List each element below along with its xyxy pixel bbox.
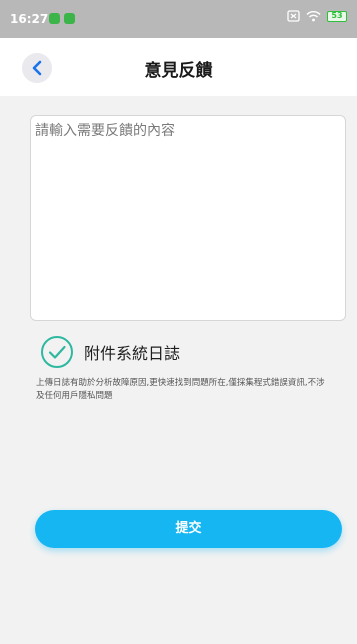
wifi-icon — [306, 11, 321, 22]
status-time: 16:27 — [10, 12, 49, 26]
nav-bar: 意見反饋 — [0, 38, 357, 96]
feedback-placeholder: 請輸入需要反饋的內容 — [35, 123, 175, 139]
notification-app-icon-2 — [64, 13, 75, 24]
check-circle-icon — [41, 336, 73, 368]
battery-icon: 53 — [327, 10, 347, 22]
attach-log-label: 附件系統日誌 — [84, 344, 181, 363]
submit-button[interactable]: 提交 — [35, 510, 342, 548]
status-bar: 16:27 53 — [0, 0, 357, 38]
page-title: 意見反饋 — [144, 61, 213, 81]
attach-log-checkbox[interactable]: 附件系統日誌 — [40, 335, 180, 369]
notification-app-icon — [49, 13, 60, 24]
status-icons: 53 — [287, 10, 347, 22]
feedback-textarea[interactable]: 請輸入需要反饋的內容 — [30, 115, 346, 321]
log-notice-text: 上傳日誌有助於分析故障原因,更快速找到問題所在,僅採集程式錯誤資訊,不涉及任何用… — [36, 378, 325, 401]
sim-icon — [287, 10, 300, 22]
